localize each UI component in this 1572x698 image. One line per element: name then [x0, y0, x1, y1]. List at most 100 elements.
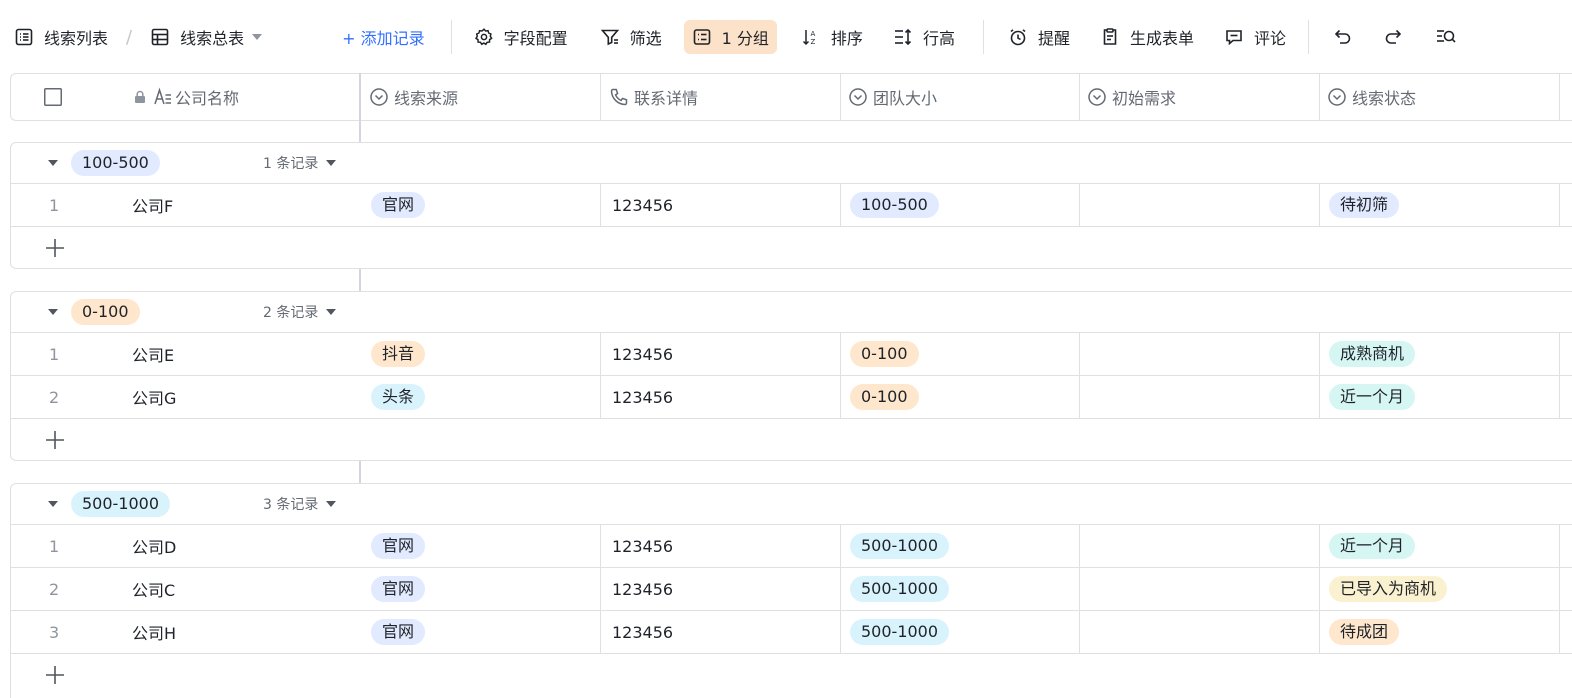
status-cell[interactable]: 成熟商机	[1329, 333, 1416, 375]
collapse-triangle-icon[interactable]	[48, 309, 58, 315]
team-size-tag: 0-100	[850, 384, 919, 410]
reminder-button[interactable]: 提醒	[1008, 20, 1070, 54]
grid-table-icon	[151, 28, 169, 46]
group-header[interactable]: 500-1000 3 条记录	[11, 484, 1572, 525]
column-header-initial-need[interactable]: 初始需求	[1087, 74, 1176, 120]
sort-button[interactable]: AZ 排序	[801, 20, 863, 54]
filter-button[interactable]: 筛选	[600, 20, 662, 54]
group-header[interactable]: 0-100 2 条记录	[11, 292, 1572, 333]
contact-cell[interactable]: 123456	[612, 376, 673, 418]
source-cell[interactable]: 官网	[371, 525, 426, 567]
row-height-label: 行高	[922, 29, 955, 48]
column-divider	[1559, 376, 1560, 418]
column-header-source[interactable]: 线索来源	[369, 74, 458, 120]
column-header-status[interactable]: 线索状态	[1327, 74, 1416, 120]
column-divider	[840, 568, 841, 610]
group-tag: 0-100	[71, 299, 140, 325]
source-cell[interactable]: 抖音	[371, 333, 426, 375]
table-row[interactable]: 2 公司G 头条 123456 0-100 近一个月	[11, 376, 1572, 419]
status-cell[interactable]: 待成团	[1329, 611, 1400, 653]
undo-button[interactable]	[1331, 20, 1353, 54]
view-list-button[interactable]: 线索列表	[14, 20, 108, 54]
current-view-button[interactable]: 线索总表	[150, 20, 263, 54]
add-row[interactable]	[11, 227, 1572, 269]
company-cell[interactable]: 公司D	[132, 525, 176, 567]
team-size-cell[interactable]: 500-1000	[850, 611, 950, 653]
column-header-team-size[interactable]: 团队大小	[848, 74, 937, 120]
contact-cell[interactable]: 123456	[612, 184, 673, 226]
record-count[interactable]: 1 条记录	[263, 143, 337, 183]
table-row[interactable]: 1 公司D 官网 123456 500-1000 近一个月	[11, 525, 1572, 568]
column-header-label: 线索状态	[1352, 89, 1417, 108]
source-cell[interactable]: 官网	[371, 611, 426, 653]
redo-button[interactable]	[1383, 20, 1405, 54]
company-cell[interactable]: 公司F	[132, 184, 173, 226]
company-cell[interactable]: 公司E	[132, 333, 174, 375]
status-cell[interactable]: 近一个月	[1329, 525, 1416, 567]
plus-icon[interactable]	[43, 236, 67, 260]
table-row[interactable]: 3 公司H 官网 123456 500-1000 待成团	[11, 611, 1572, 654]
search-button[interactable]	[1435, 20, 1457, 54]
column-header-company[interactable]: 公司名称	[133, 74, 239, 120]
company-cell[interactable]: 公司C	[132, 568, 175, 610]
source-tag: 官网	[371, 619, 426, 645]
collapse-triangle-icon[interactable]	[48, 160, 58, 166]
record-count[interactable]: 2 条记录	[263, 292, 337, 332]
field-config-button[interactable]: 字段配置	[474, 20, 568, 54]
column-divider	[840, 184, 841, 226]
team-size-cell[interactable]: 0-100	[850, 376, 919, 418]
group-header[interactable]: 100-500 1 条记录	[11, 143, 1572, 184]
checkbox-icon	[44, 88, 62, 106]
column-divider	[1559, 333, 1560, 375]
team-size-cell[interactable]: 100-500	[850, 184, 939, 226]
status-tag: 近一个月	[1329, 384, 1416, 410]
status-tag: 待初筛	[1329, 192, 1400, 218]
table-row[interactable]: 1 公司E 抖音 123456 0-100 成熟商机	[11, 333, 1572, 376]
company-cell[interactable]: 公司G	[132, 376, 176, 418]
plus-icon[interactable]	[43, 663, 67, 687]
column-header-contact[interactable]: 联系详情	[609, 74, 698, 120]
comment-button[interactable]: 评论	[1224, 20, 1286, 54]
team-size-cell[interactable]: 500-1000	[850, 568, 950, 610]
status-cell[interactable]: 近一个月	[1329, 376, 1416, 418]
team-size-tag: 500-1000	[850, 619, 950, 645]
record-count-label: 2 条记录	[263, 305, 319, 321]
source-cell[interactable]: 官网	[371, 184, 426, 226]
plus-icon[interactable]	[43, 428, 67, 452]
table-row[interactable]: 2 公司C 官网 123456 500-1000 已导入为商机	[11, 568, 1572, 611]
toolbar-divider	[982, 20, 984, 54]
group-button[interactable]: 1 分组	[683, 20, 777, 54]
generate-form-button[interactable]: 生成表单	[1100, 20, 1194, 54]
column-divider	[840, 74, 841, 120]
phone-icon	[610, 88, 628, 106]
filter-icon	[600, 29, 619, 46]
team-size-cell[interactable]: 0-100	[850, 333, 919, 375]
contact-cell[interactable]: 123456	[612, 525, 673, 567]
field-config-label: 字段配置	[503, 29, 568, 48]
collapse-triangle-icon[interactable]	[48, 501, 58, 507]
column-header-label: 线索来源	[394, 89, 459, 108]
status-cell[interactable]: 已导入为商机	[1329, 568, 1448, 610]
column-divider	[1079, 525, 1080, 567]
contact-cell[interactable]: 123456	[612, 568, 673, 610]
column-divider	[1079, 74, 1080, 120]
svg-text:A: A	[810, 30, 815, 38]
add-row[interactable]	[11, 654, 1572, 696]
source-cell[interactable]: 头条	[371, 376, 426, 418]
record-count[interactable]: 3 条记录	[263, 484, 337, 524]
team-size-tag: 0-100	[850, 341, 919, 367]
add-record-button[interactable]: + 添加记录	[342, 20, 425, 54]
status-cell[interactable]: 待初筛	[1329, 184, 1400, 226]
contact-cell[interactable]: 123456	[612, 333, 673, 375]
table-row[interactable]: 1 公司F 官网 123456 100-500 待初筛	[11, 184, 1572, 227]
company-cell[interactable]: 公司H	[132, 611, 176, 653]
team-size-cell[interactable]: 500-1000	[850, 525, 950, 567]
sort-label: 排序	[830, 29, 863, 48]
row-height-button[interactable]: 行高	[893, 20, 955, 54]
generate-form-label: 生成表单	[1129, 29, 1194, 48]
source-cell[interactable]: 官网	[371, 568, 426, 610]
toolbar: 线索列表 / 线索总表 + 添加记录 字段配置 筛选 1 分组 AZ 排序 行高…	[0, 0, 1572, 74]
contact-cell[interactable]: 123456	[612, 611, 673, 653]
select-all-checkbox[interactable]	[44, 74, 62, 120]
add-row[interactable]	[11, 419, 1572, 461]
